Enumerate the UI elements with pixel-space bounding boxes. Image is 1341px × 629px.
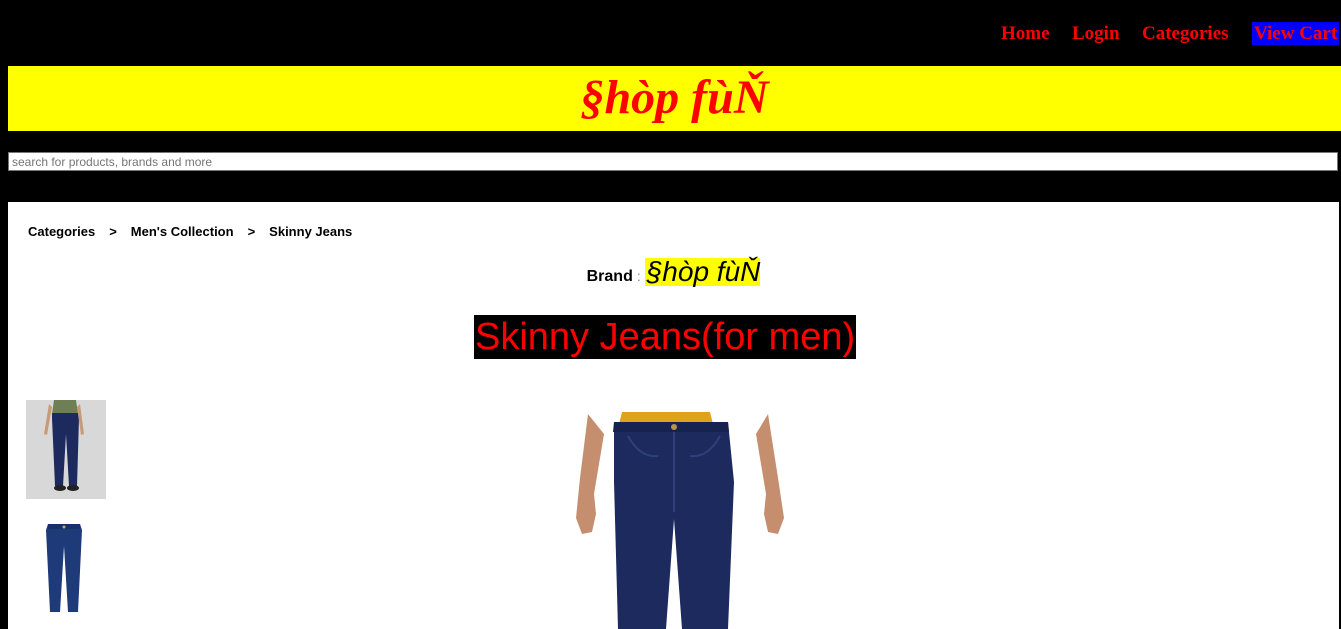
breadcrumb-categories[interactable]: Categories (28, 224, 95, 239)
nav-view-cart-link[interactable]: View Cart (1252, 22, 1340, 45)
site-logo-title[interactable]: §hòp fùŇ (580, 68, 768, 128)
nav-home-link[interactable]: Home (1001, 22, 1050, 45)
breadcrumb-skinny-jeans: Skinny Jeans (269, 224, 353, 239)
jeans-flat-thumbnail-image (26, 520, 106, 616)
top-navigation: Home Login Categories View Cart (0, 0, 1341, 66)
nav-categories-link[interactable]: Categories (1142, 22, 1229, 45)
search-input[interactable] (8, 152, 1338, 171)
brand-name[interactable]: §hòp fùŇ (644, 258, 761, 286)
product-thumbnail-1[interactable] (26, 400, 106, 499)
breadcrumb-separator: > (247, 224, 256, 239)
breadcrumb: Categories > Men's Collection > Skinny Jeans (28, 224, 352, 239)
product-title: Skinny Jeans(for men) (474, 315, 857, 359)
site-banner: §hòp fùŇ (8, 66, 1341, 131)
product-thumbnail-2[interactable] (26, 520, 106, 616)
brand-label: Brand (586, 268, 633, 285)
product-page: Categories > Men's Collection > Skinny Jeans… (8, 202, 1339, 629)
jeans-model-main-image (570, 412, 788, 629)
brand-row: Brand: §hòp fùŇ (8, 258, 1339, 286)
breadcrumb-separator: > (109, 224, 117, 239)
nav-login-link[interactable]: Login (1072, 22, 1120, 45)
breadcrumb-mens-collection[interactable]: Men's Collection (131, 224, 234, 239)
brand-colon: : (636, 268, 641, 284)
product-main-image (570, 412, 788, 629)
jeans-model-thumbnail-image (26, 400, 106, 499)
